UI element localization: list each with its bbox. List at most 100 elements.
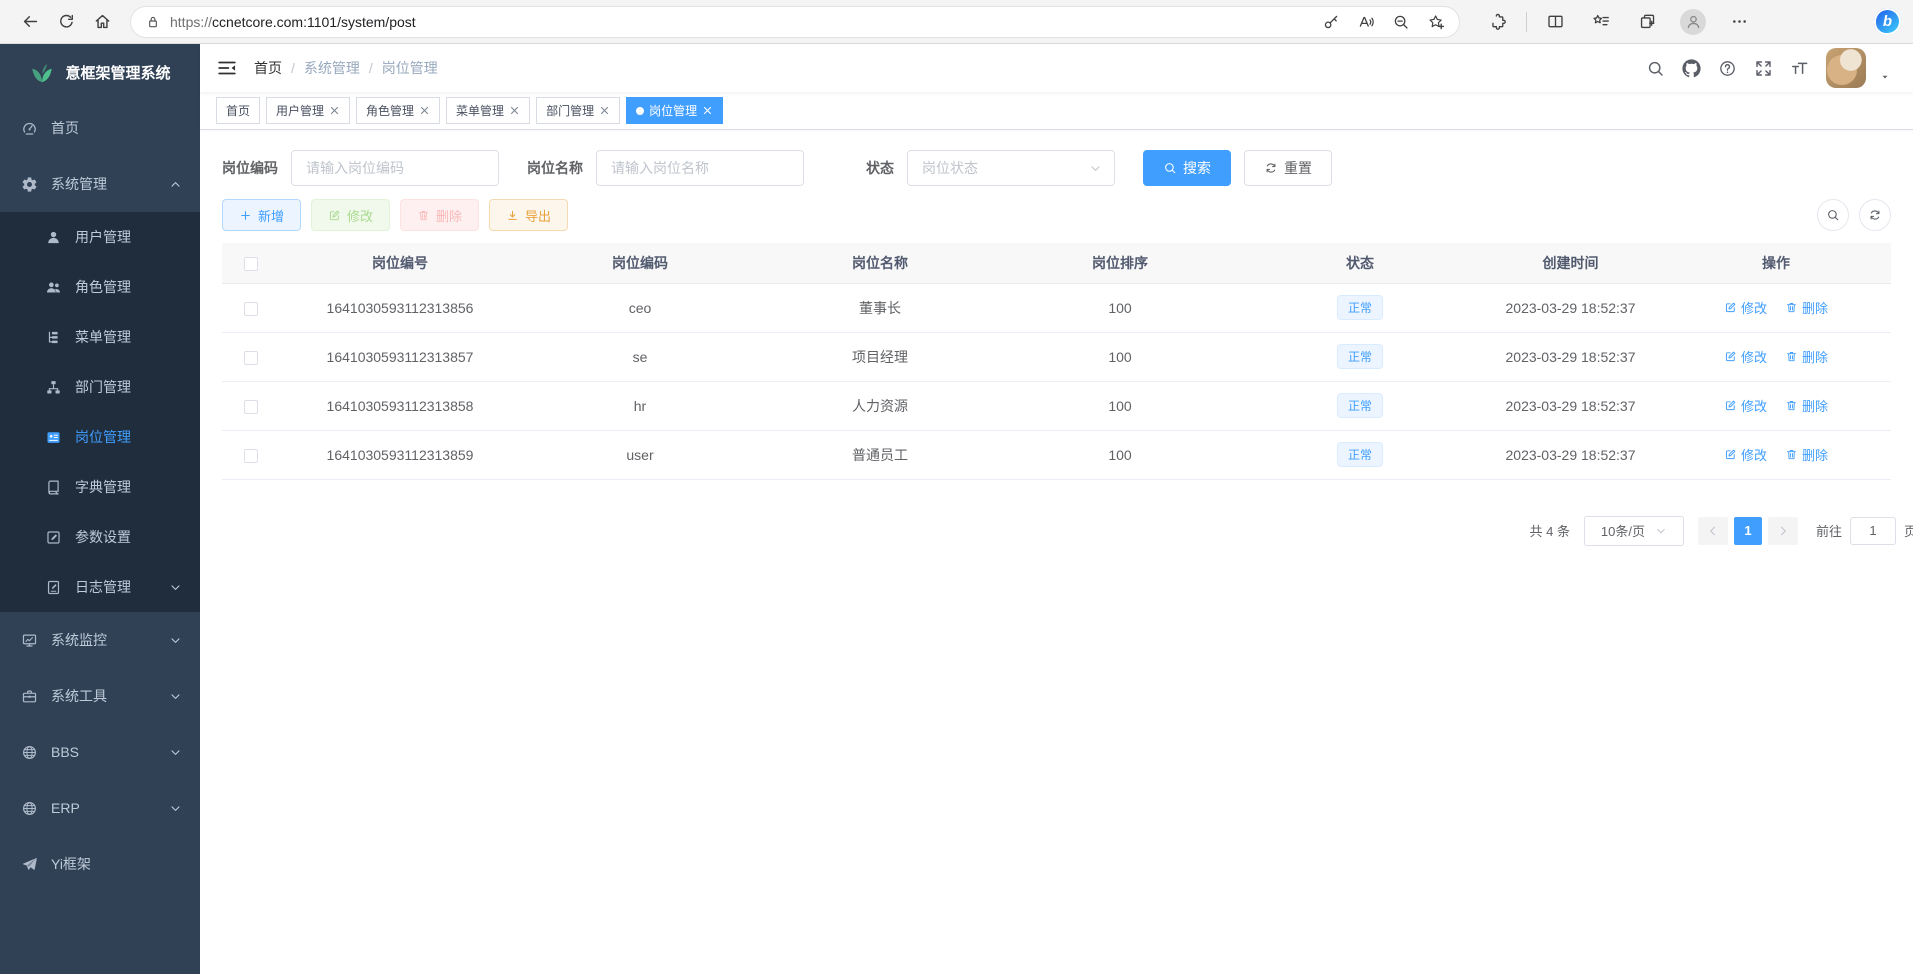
address-bar[interactable]: https://ccnetcore.com:1101/system/post (130, 6, 1460, 38)
row-edit-link[interactable]: 修改 (1724, 347, 1767, 366)
sidebar-item-user-management[interactable]: 用户管理 (0, 212, 200, 262)
reset-button[interactable]: 重置 (1244, 150, 1332, 186)
split-screen-icon[interactable] (1537, 5, 1573, 39)
edit-button[interactable]: 修改 (311, 199, 390, 231)
row-edit-link[interactable]: 修改 (1724, 396, 1767, 415)
next-page-button[interactable] (1768, 517, 1798, 545)
row-checkbox[interactable] (244, 302, 258, 316)
badge-icon (45, 429, 62, 446)
sidebar-item-system-monitor[interactable]: 系统监控 (0, 612, 200, 668)
plus-icon (239, 209, 252, 222)
collections-icon[interactable] (1629, 5, 1665, 39)
close-icon[interactable] (599, 105, 610, 116)
sidebar-item-erp[interactable]: ERP (0, 780, 200, 836)
sidebar-item-menu-management[interactable]: 菜单管理 (0, 312, 200, 362)
column-status: 状态 (1240, 243, 1480, 283)
favorites-icon[interactable] (1583, 5, 1619, 39)
column-created: 创建时间 (1480, 243, 1661, 283)
browser-profile-button[interactable] (1675, 5, 1711, 39)
sidebar-item-log-management[interactable]: 日志管理 (0, 562, 200, 612)
row-edit-link[interactable]: 修改 (1724, 298, 1767, 317)
search-button[interactable]: 搜索 (1143, 150, 1231, 186)
sidebar-item-system-tools[interactable]: 系统工具 (0, 668, 200, 724)
toolbar-divider (1526, 12, 1527, 32)
row-edit-link[interactable]: 修改 (1724, 445, 1767, 464)
password-key-icon[interactable] (1322, 13, 1340, 31)
cell-post-code: user (520, 430, 760, 479)
org-chart-icon (45, 379, 62, 396)
user-avatar[interactable] (1826, 48, 1866, 88)
browser-home-button[interactable] (84, 5, 120, 39)
fullscreen-icon[interactable] (1754, 59, 1773, 78)
post-name-input[interactable] (596, 150, 804, 186)
show-search-toggle-button[interactable] (1817, 199, 1849, 231)
sidebar-item-role-management[interactable]: 角色管理 (0, 262, 200, 312)
row-checkbox[interactable] (244, 449, 258, 463)
column-post-name: 岗位名称 (760, 243, 1000, 283)
page-size-select[interactable]: 10条/页 (1584, 516, 1684, 546)
tab-department-management[interactable]: 部门管理 (536, 97, 620, 124)
download-icon (506, 209, 519, 222)
browser-refresh-button[interactable] (48, 5, 84, 39)
total-count: 共 4 条 (1530, 521, 1570, 540)
tab-home[interactable]: 首页 (216, 97, 260, 124)
close-icon[interactable] (509, 105, 520, 116)
tab-menu-management[interactable]: 菜单管理 (446, 97, 530, 124)
tag-tabs-bar: 首页 用户管理 角色管理 菜单管理 部门管理 岗位管理 (200, 92, 1913, 130)
prev-page-button[interactable] (1698, 517, 1728, 545)
cell-created: 2023-03-29 18:52:37 (1480, 430, 1661, 479)
page-number-button[interactable]: 1 (1734, 517, 1762, 545)
table-row: 1641030593112313858 hr 人力资源 100 正常 2023-… (222, 381, 1891, 430)
sidebar-item-yi-framework[interactable]: Yi框架 (0, 836, 200, 892)
search-icon[interactable] (1646, 59, 1665, 78)
close-icon[interactable] (329, 105, 340, 116)
add-favorite-icon[interactable] (1427, 13, 1445, 31)
delete-button[interactable]: 删除 (400, 199, 479, 231)
sidebar-item-home[interactable]: 首页 (0, 100, 200, 156)
breadcrumb-home[interactable]: 首页 (254, 58, 282, 78)
sidebar-item-department-management[interactable]: 部门管理 (0, 362, 200, 412)
sidebar-item-post-management[interactable]: 岗位管理 (0, 412, 200, 462)
post-code-input[interactable] (291, 150, 499, 186)
add-button[interactable]: 新增 (222, 199, 301, 231)
cell-created: 2023-03-29 18:52:37 (1480, 283, 1661, 332)
tab-post-management[interactable]: 岗位管理 (626, 97, 723, 124)
browser-back-button[interactable] (12, 5, 48, 39)
read-aloud-icon[interactable] (1357, 13, 1375, 31)
row-checkbox[interactable] (244, 351, 258, 365)
zoom-out-icon[interactable] (1392, 13, 1410, 31)
export-button[interactable]: 导出 (489, 199, 568, 231)
close-icon[interactable] (419, 105, 430, 116)
caret-down-icon[interactable] (1879, 71, 1891, 83)
cell-post-name: 董事长 (760, 283, 1000, 332)
select-all-checkbox[interactable] (244, 257, 258, 271)
status-select[interactable]: 岗位状态 (907, 150, 1115, 186)
extensions-icon[interactable] (1480, 5, 1516, 39)
row-checkbox[interactable] (244, 400, 258, 414)
edit-square-icon (328, 209, 341, 222)
cell-post-sort: 100 (1000, 332, 1240, 381)
chevron-down-icon (169, 634, 182, 647)
row-delete-link[interactable]: 删除 (1785, 347, 1828, 366)
row-delete-link[interactable]: 删除 (1785, 396, 1828, 415)
row-delete-link[interactable]: 删除 (1785, 298, 1828, 317)
browser-menu-button[interactable] (1721, 5, 1757, 39)
row-delete-link[interactable]: 删除 (1785, 445, 1828, 464)
sidebar-item-dict-management[interactable]: 字典管理 (0, 462, 200, 512)
tab-user-management[interactable]: 用户管理 (266, 97, 350, 124)
github-icon[interactable] (1682, 59, 1701, 78)
goto-page-input[interactable] (1850, 517, 1896, 545)
close-icon[interactable] (702, 105, 713, 116)
tab-role-management[interactable]: 角色管理 (356, 97, 440, 124)
sidebar-item-parameter-settings[interactable]: 参数设置 (0, 512, 200, 562)
sidebar-item-system-management[interactable]: 系统管理 (0, 156, 200, 212)
copilot-icon[interactable]: b (1874, 8, 1901, 35)
sidebar-item-bbs[interactable]: BBS (0, 724, 200, 780)
font-size-icon[interactable] (1790, 59, 1809, 78)
sidebar-collapse-icon[interactable] (216, 57, 238, 79)
refresh-icon (1868, 208, 1882, 222)
refresh-table-button[interactable] (1859, 199, 1891, 231)
edit-square-icon (1724, 448, 1737, 461)
help-icon[interactable] (1718, 59, 1737, 78)
site-lock-icon[interactable] (145, 14, 161, 30)
